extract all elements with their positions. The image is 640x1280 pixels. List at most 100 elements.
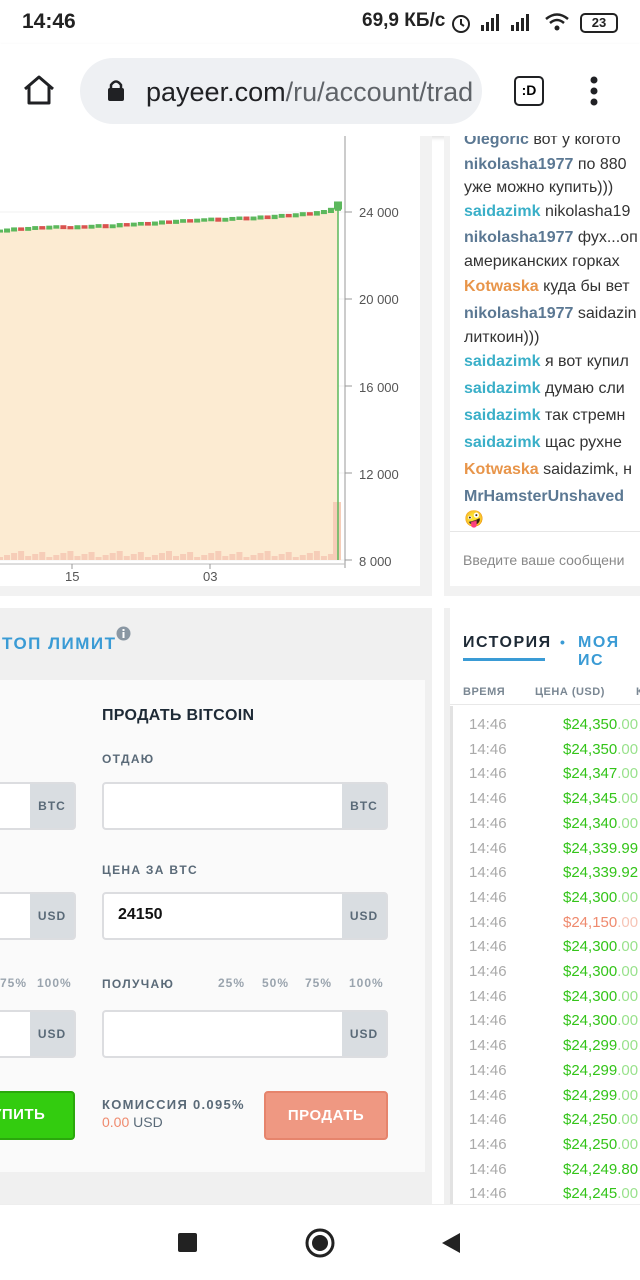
- candle: [166, 220, 172, 224]
- sell-pct-75[interactable]: 75%: [305, 976, 332, 990]
- history-price: $24,245.00: [563, 1185, 639, 1203]
- back-icon[interactable]: [440, 1231, 462, 1255]
- candle: [334, 201, 342, 210]
- volume-bar: [88, 552, 95, 560]
- buy-button[interactable]: УПИТЬ: [0, 1091, 75, 1140]
- chat-input[interactable]: Введите ваше сообщени: [450, 531, 640, 586]
- chat-text: уже можно купить))): [464, 179, 614, 196]
- buy-price-field[interactable]: USD: [0, 892, 76, 940]
- history-price: $24,300.00: [563, 888, 639, 906]
- volume-bar: [180, 554, 187, 560]
- volume-bar: [151, 555, 158, 560]
- chat-username[interactable]: saidazimk: [464, 434, 540, 451]
- sell-title: ПРОДАТЬ BITCOIN: [102, 707, 255, 724]
- buy-receive-field[interactable]: USD: [0, 1010, 76, 1058]
- candle: [313, 211, 320, 216]
- sell-receive-field[interactable]: USD: [102, 1010, 388, 1058]
- sell-pct-50[interactable]: 50%: [262, 976, 289, 990]
- sell-pct-25[interactable]: 25%: [218, 976, 245, 990]
- price-chart[interactable]: 24 000 20 000 16 000 12 000 8 000 15 03: [0, 136, 420, 586]
- chat-message: saidazimk думаю сли: [464, 377, 625, 401]
- volume-bar: [60, 553, 67, 560]
- currency-suffix: USD: [30, 1012, 74, 1056]
- chat-username[interactable]: MrHamsterUnshaved: [464, 488, 624, 505]
- recents-icon[interactable]: [178, 1233, 197, 1252]
- chat-text: nikolasha19: [544, 203, 631, 220]
- chat-message: nikolasha1977 фух...оп: [464, 226, 638, 250]
- home-button-icon[interactable]: [304, 1227, 336, 1259]
- candle: [130, 222, 137, 227]
- volume-bar: [243, 557, 250, 560]
- history-time: 14:46: [469, 1086, 507, 1104]
- chat-username[interactable]: saidazimk: [464, 407, 540, 424]
- chat-text: думаю сли: [544, 380, 625, 397]
- sell-button[interactable]: ПРОДАТЬ: [264, 1091, 388, 1140]
- x-tick-label: 15: [65, 569, 80, 584]
- chat-username[interactable]: nikolasha1977: [464, 156, 573, 173]
- history-time: 14:46: [469, 765, 507, 783]
- volume-bar: [39, 552, 46, 560]
- history-price: $24,150.00: [563, 913, 639, 931]
- chat-message: уже можно купить))): [464, 176, 613, 200]
- volume-bar: [208, 553, 215, 560]
- sell-price-field[interactable]: 24150 USD: [102, 892, 388, 940]
- candle: [201, 218, 208, 222]
- chat-text: 🤪: [464, 511, 484, 528]
- volume-bar: [194, 557, 201, 560]
- history-time: 14:46: [469, 963, 507, 980]
- url-text: payeer.com/ru/account/trad: [146, 77, 474, 107]
- trade-history: ИСТОРИЯ • МОЯ ИС ВРЕМЯ ЦЕНА (USD) К 14:4…: [450, 608, 640, 1204]
- home-icon[interactable]: [22, 74, 56, 106]
- trade-form: ПРОДАТЬ BITCOIN BTC USD 75% 100% USD УПИ…: [0, 680, 425, 1172]
- chat-username[interactable]: nikolasha1977: [464, 229, 573, 246]
- history-time: 14:46: [469, 1135, 507, 1153]
- chat-text: литкоин))): [464, 329, 540, 346]
- chat-message: nikolasha1977 saidazin: [464, 302, 637, 326]
- candle: [194, 218, 201, 223]
- buy-pct-100[interactable]: 100%: [37, 976, 72, 990]
- volume-bar: [278, 554, 285, 560]
- history-time: 14:46: [469, 790, 507, 808]
- currency-suffix: USD: [342, 1012, 386, 1056]
- chat-username[interactable]: saidazimk: [464, 380, 540, 397]
- buy-pct-75[interactable]: 75%: [0, 976, 27, 990]
- address-bar[interactable]: payeer.com/ru/account/trad: [80, 58, 482, 124]
- history-price: $24,347.00: [563, 765, 639, 783]
- history-price: $24,340.00: [563, 814, 639, 832]
- chat-username[interactable]: Kotwaska: [464, 461, 539, 478]
- candle: [327, 207, 334, 213]
- candle: [102, 224, 109, 229]
- chat-username[interactable]: saidazimk: [464, 353, 540, 370]
- candle: [151, 221, 158, 226]
- info-icon[interactable]: [116, 626, 131, 641]
- chat-message: saidazimk щас рухне: [464, 431, 622, 455]
- commission-value: 0.00 USD: [102, 1114, 163, 1130]
- tab-stop-limit[interactable]: ТОП ЛИМИТ: [2, 634, 117, 654]
- chat-username[interactable]: saidazimk: [464, 203, 540, 220]
- history-price: $24,250.00: [563, 1135, 639, 1153]
- sell-pct-100[interactable]: 100%: [349, 976, 384, 990]
- volume-bar: [222, 556, 229, 560]
- volume-bar: [137, 552, 144, 560]
- volume-bar: [285, 552, 292, 560]
- history-price: $24,250.00: [563, 1111, 639, 1129]
- menu-icon[interactable]: [588, 76, 600, 108]
- candle: [285, 213, 292, 218]
- chat-username[interactable]: Olegoric: [464, 136, 529, 148]
- history-time: 14:46: [469, 839, 507, 857]
- history-price: $24,350.00: [563, 740, 639, 758]
- chat-username[interactable]: Kotwaska: [464, 278, 539, 295]
- chat-username[interactable]: nikolasha1977: [464, 305, 573, 322]
- tab-switcher-button[interactable]: :D: [514, 76, 544, 106]
- history-time: 14:46: [469, 864, 507, 882]
- volume-bar: [123, 556, 130, 560]
- history-scrollbar[interactable]: [450, 706, 453, 1204]
- candle: [25, 226, 32, 231]
- volume-bar: [109, 553, 116, 560]
- sell-give-field[interactable]: BTC: [102, 782, 388, 830]
- candle: [264, 215, 271, 220]
- candle: [81, 225, 88, 229]
- buy-give-field[interactable]: BTC: [0, 782, 76, 830]
- volume-bar: [333, 502, 341, 560]
- volume-bar: [215, 551, 222, 560]
